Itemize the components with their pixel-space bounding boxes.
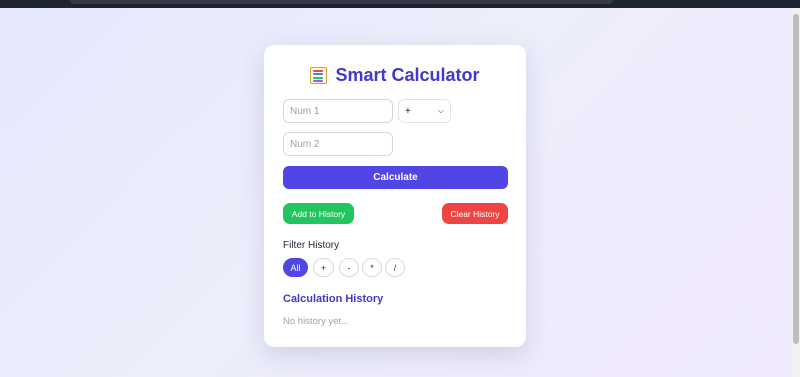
clear-history-button[interactable]: Clear History <box>442 203 508 224</box>
history-empty-text: No history yet... <box>283 316 349 327</box>
filter-chip-multiply[interactable]: * <box>362 258 382 277</box>
filter-chip-add[interactable]: + <box>313 258 334 277</box>
address-bar[interactable] <box>70 0 613 4</box>
filter-chip-subtract[interactable]: - <box>339 258 359 277</box>
filter-chip-all[interactable]: All <box>283 258 308 277</box>
page-title: Smart Calculator <box>335 64 480 85</box>
header: Smart Calculator <box>264 64 526 86</box>
num2-input[interactable] <box>283 132 393 156</box>
calculate-button[interactable]: Calculate <box>283 166 508 189</box>
scrollbar-thumb[interactable] <box>793 14 799 344</box>
operator-select[interactable]: + ⌵ <box>398 99 451 123</box>
filter-chip-divide[interactable]: / <box>385 258 405 277</box>
operator-selected-value: + <box>405 105 411 117</box>
add-to-history-button[interactable]: Add to History <box>283 203 354 224</box>
scrollbar[interactable] <box>792 8 800 377</box>
history-title: Calculation History <box>283 293 384 305</box>
num1-input[interactable] <box>283 99 393 123</box>
filter-label: Filter History <box>283 240 340 251</box>
abacus-icon <box>310 66 328 84</box>
chevron-down-icon: ⌵ <box>437 106 444 115</box>
browser-chrome <box>0 0 800 8</box>
